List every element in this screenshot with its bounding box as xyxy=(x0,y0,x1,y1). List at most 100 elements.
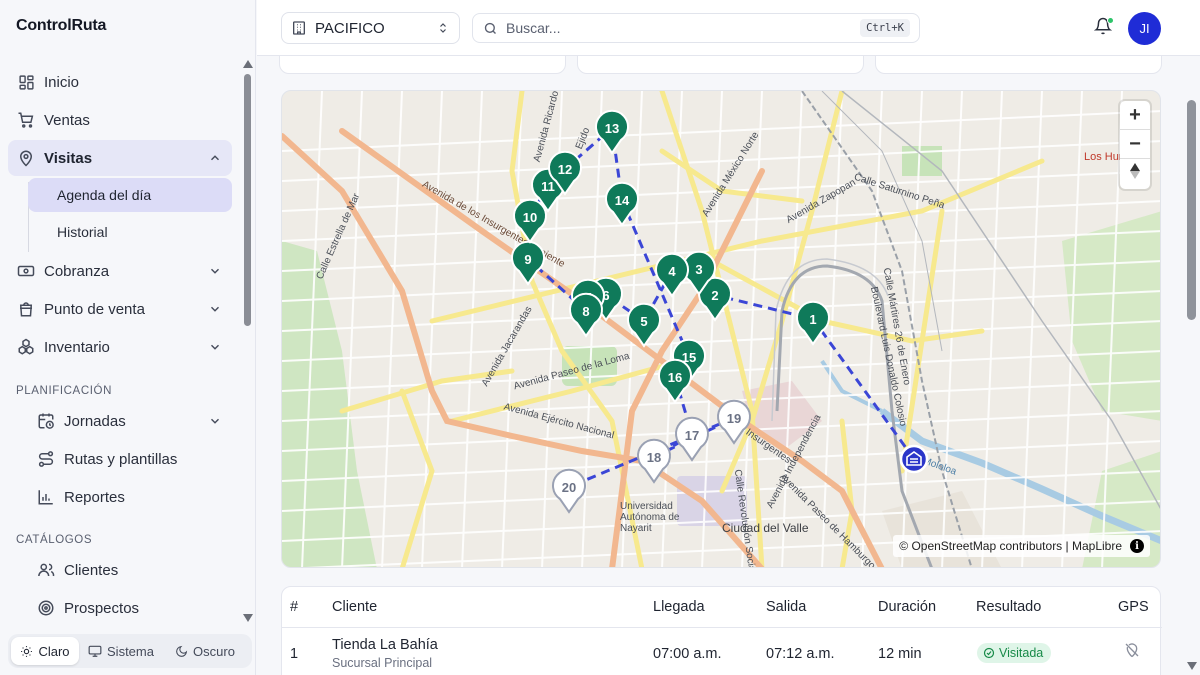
page-scrollbar-thumb[interactable] xyxy=(1187,100,1196,320)
route-stop-marker[interactable]: 16 xyxy=(658,358,692,404)
sidebar-scrollbar-thumb[interactable] xyxy=(244,74,251,326)
moon-icon xyxy=(175,645,188,658)
route-stop-marker[interactable]: 20 xyxy=(552,468,586,514)
sidebar-item-jornadas[interactable]: Jornadas xyxy=(8,403,232,439)
sidebar-item-label: Punto de venta xyxy=(44,300,145,318)
users-icon xyxy=(36,560,56,580)
column-header-salida[interactable]: Salida xyxy=(766,599,806,615)
sidebar-item-label: Cobranza xyxy=(44,262,110,280)
route-stop-number: 19 xyxy=(727,411,741,426)
sidebar-scroll-up-arrow[interactable] xyxy=(243,60,253,68)
route-icon xyxy=(36,449,56,469)
summary-card xyxy=(577,56,864,74)
sidebar-item-reportes[interactable]: Reportes xyxy=(8,479,232,515)
sidebar-item-visitas[interactable]: Visitas xyxy=(8,140,232,176)
zoom-out-button[interactable]: − xyxy=(1120,130,1150,159)
status-badge-label: Visitada xyxy=(999,646,1044,660)
route-stop-marker[interactable]: 14 xyxy=(605,181,639,227)
brand-logo[interactable]: ControlRuta xyxy=(16,17,106,35)
check-circle-icon xyxy=(983,647,995,659)
sidebar-item-clientes[interactable]: Clientes xyxy=(8,552,232,588)
route-stop-marker[interactable]: 9 xyxy=(511,240,545,286)
route-markers-layer: 1234567891011121314151617181920 xyxy=(511,109,929,514)
cash-icon xyxy=(16,261,36,281)
column-header-gps: GPS xyxy=(1118,599,1149,615)
reset-north-button[interactable] xyxy=(1120,159,1150,188)
minus-icon: − xyxy=(1129,132,1141,155)
route-stop-number: 10 xyxy=(523,210,537,225)
column-header-duracion[interactable]: Duración xyxy=(878,599,936,615)
sidebar-subitem-label: Historial xyxy=(57,224,108,240)
sidebar-item-label: Visitas xyxy=(44,149,93,167)
route-stop-marker[interactable]: 10 xyxy=(513,198,547,244)
route-stop-number: 11 xyxy=(541,179,555,194)
theme-option-sistema[interactable]: Sistema xyxy=(79,637,163,665)
zoom-in-button[interactable]: + xyxy=(1120,101,1150,130)
sidebar-subitem-agenda[interactable]: Agenda del día xyxy=(28,178,232,212)
chevron-down-icon xyxy=(206,262,224,280)
monitor-icon xyxy=(88,644,102,658)
notification-dot xyxy=(1107,17,1114,24)
column-header-llegada[interactable]: Llegada xyxy=(653,599,705,615)
sidebar-subitem-label: Agenda del día xyxy=(57,187,152,203)
route-stop-marker[interactable]: 1 xyxy=(796,300,830,346)
route-stop-number: 13 xyxy=(605,121,619,136)
sidebar-item-prospectos[interactable]: Prospectos xyxy=(8,590,232,624)
row-num: 1 xyxy=(290,646,299,662)
depot-warehouse-icon[interactable] xyxy=(899,444,929,474)
theme-option-label: Claro xyxy=(38,643,70,659)
chevron-down-icon xyxy=(206,300,224,318)
info-icon[interactable]: i xyxy=(1130,539,1144,553)
sidebar-item-rutas[interactable]: Rutas y plantillas xyxy=(8,441,232,477)
route-stop-number: 12 xyxy=(558,162,572,177)
sidebar-item-inventario[interactable]: Inventario xyxy=(8,329,232,365)
sidebar-item-punto-de-venta[interactable]: Punto de venta xyxy=(8,291,232,327)
route-stop-marker[interactable]: 17 xyxy=(675,416,709,462)
visits-table: # Cliente Llegada Salida Duración Result… xyxy=(281,586,1162,675)
region-select[interactable]: PACIFICO xyxy=(281,12,460,44)
notifications-button[interactable] xyxy=(1093,17,1114,37)
table-header-divider xyxy=(282,627,1162,628)
route-stop-marker[interactable]: 19 xyxy=(717,399,751,445)
sidebar-item-ventas[interactable]: Ventas xyxy=(8,102,232,138)
theme-option-label: Oscuro xyxy=(193,643,235,659)
status-badge: Visitada xyxy=(977,643,1052,663)
page-scroll-down-arrow[interactable] xyxy=(1187,662,1197,670)
calendar-clock-icon xyxy=(36,411,56,431)
sidebar-item-label: Jornadas xyxy=(64,412,126,430)
route-stop-marker[interactable]: 18 xyxy=(637,438,671,484)
target-icon xyxy=(36,598,56,618)
sidebar-subitem-historial[interactable]: Historial xyxy=(28,215,232,249)
route-map[interactable]: Avenida de los Insurgentes Poniente Aven… xyxy=(281,90,1161,568)
sidebar-item-label: Inventario xyxy=(44,338,110,356)
attribution-text[interactable]: © OpenStreetMap contributors | MapLibre xyxy=(899,539,1122,553)
map-attribution: © OpenStreetMap contributors | MapLibre … xyxy=(893,535,1150,557)
search-input[interactable] xyxy=(506,20,861,36)
gps-off-icon[interactable] xyxy=(1124,642,1140,663)
theme-option-label: Sistema xyxy=(107,643,154,659)
sidebar-scroll-down-arrow[interactable] xyxy=(243,614,253,622)
route-stop-number: 2 xyxy=(711,288,718,303)
summary-card xyxy=(875,56,1162,74)
theme-option-claro[interactable]: Claro xyxy=(11,637,79,665)
sidebar-item-inicio[interactable]: Inicio xyxy=(8,64,232,100)
route-stop-marker[interactable]: 5 xyxy=(627,302,661,348)
search-shortcut-hint: Ctrl+K xyxy=(860,19,910,37)
row-sucursal: Sucursal Principal xyxy=(332,656,433,670)
row-llegada: 07:00 a.m. xyxy=(653,646,722,662)
user-avatar[interactable]: JI xyxy=(1128,12,1161,45)
sidebar-item-cobranza[interactable]: Cobranza xyxy=(8,253,232,289)
column-header-num: # xyxy=(290,599,299,615)
route-stop-marker[interactable]: 8 xyxy=(569,292,603,338)
theme-switcher: Claro Sistema Oscuro xyxy=(8,634,252,668)
route-stop-marker[interactable]: 13 xyxy=(595,109,629,155)
boxes-icon xyxy=(16,337,36,357)
column-header-resultado[interactable]: Resultado xyxy=(976,599,1041,615)
column-header-cliente[interactable]: Cliente xyxy=(332,599,377,615)
theme-option-oscuro[interactable]: Oscuro xyxy=(163,637,247,665)
chevrons-up-down-icon xyxy=(437,21,449,35)
search-box[interactable]: Ctrl+K xyxy=(472,13,920,43)
sidebar-nav: Inicio Ventas Visitas Agenda del día His… xyxy=(0,62,242,624)
sidebar-item-label: Prospectos xyxy=(64,599,140,617)
compass-icon xyxy=(1128,162,1142,186)
